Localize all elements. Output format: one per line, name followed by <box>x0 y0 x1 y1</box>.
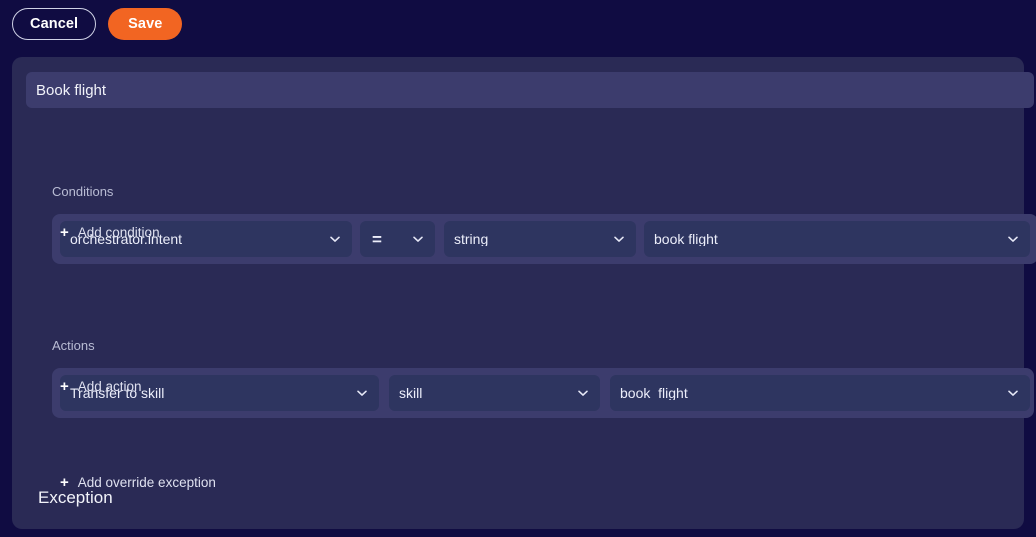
plus-icon: + <box>60 224 69 241</box>
action-param-select[interactable]: skill <box>389 375 600 411</box>
condition-value-value: book flight <box>654 232 718 246</box>
rule-title-bar[interactable]: Book flight <box>26 72 1034 108</box>
action-param-value: skill <box>399 386 423 400</box>
save-button[interactable]: Save <box>108 8 183 40</box>
chevron-down-icon <box>576 386 590 400</box>
add-action-label: Add action <box>77 378 142 394</box>
top-toolbar: Cancel Save <box>0 0 1036 48</box>
condition-operator-value: = <box>372 230 382 248</box>
chevron-down-icon <box>1006 232 1020 246</box>
plus-icon: + <box>60 378 69 395</box>
conditions-section-label: Conditions <box>52 184 114 199</box>
plus-icon: + <box>60 474 69 491</box>
add-override-exception-button[interactable]: + Add override exception <box>60 475 216 490</box>
condition-type-value: string <box>454 232 489 246</box>
condition-type-select[interactable]: string <box>444 221 636 257</box>
chevron-down-icon <box>411 232 425 246</box>
chevron-down-icon <box>1006 386 1020 400</box>
action-value-value: book_flight <box>620 386 688 400</box>
action-row: Transfer to skill skill book_flight <box>52 368 1034 418</box>
condition-value-select[interactable]: book flight <box>644 221 1030 257</box>
action-value-select[interactable]: book_flight <box>610 375 1030 411</box>
chevron-down-icon <box>612 232 626 246</box>
condition-row: orchestrator.intent = string book flight <box>52 214 1036 264</box>
add-action-button[interactable]: + Add action <box>60 379 142 394</box>
exception-heading: Exception <box>38 488 113 507</box>
add-condition-button[interactable]: + Add condition <box>60 225 160 240</box>
chevron-down-icon <box>355 386 369 400</box>
actions-section-label: Actions <box>52 338 95 353</box>
cancel-button[interactable]: Cancel <box>12 8 97 40</box>
add-condition-label: Add condition <box>77 224 160 240</box>
condition-operator-select[interactable]: = <box>360 221 435 257</box>
rule-card: Book flight Conditions orchestrator.inte… <box>12 57 1036 529</box>
chevron-down-icon <box>328 232 342 246</box>
add-override-exception-label: Add override exception <box>77 474 216 490</box>
page-title: Book flight <box>36 81 107 99</box>
